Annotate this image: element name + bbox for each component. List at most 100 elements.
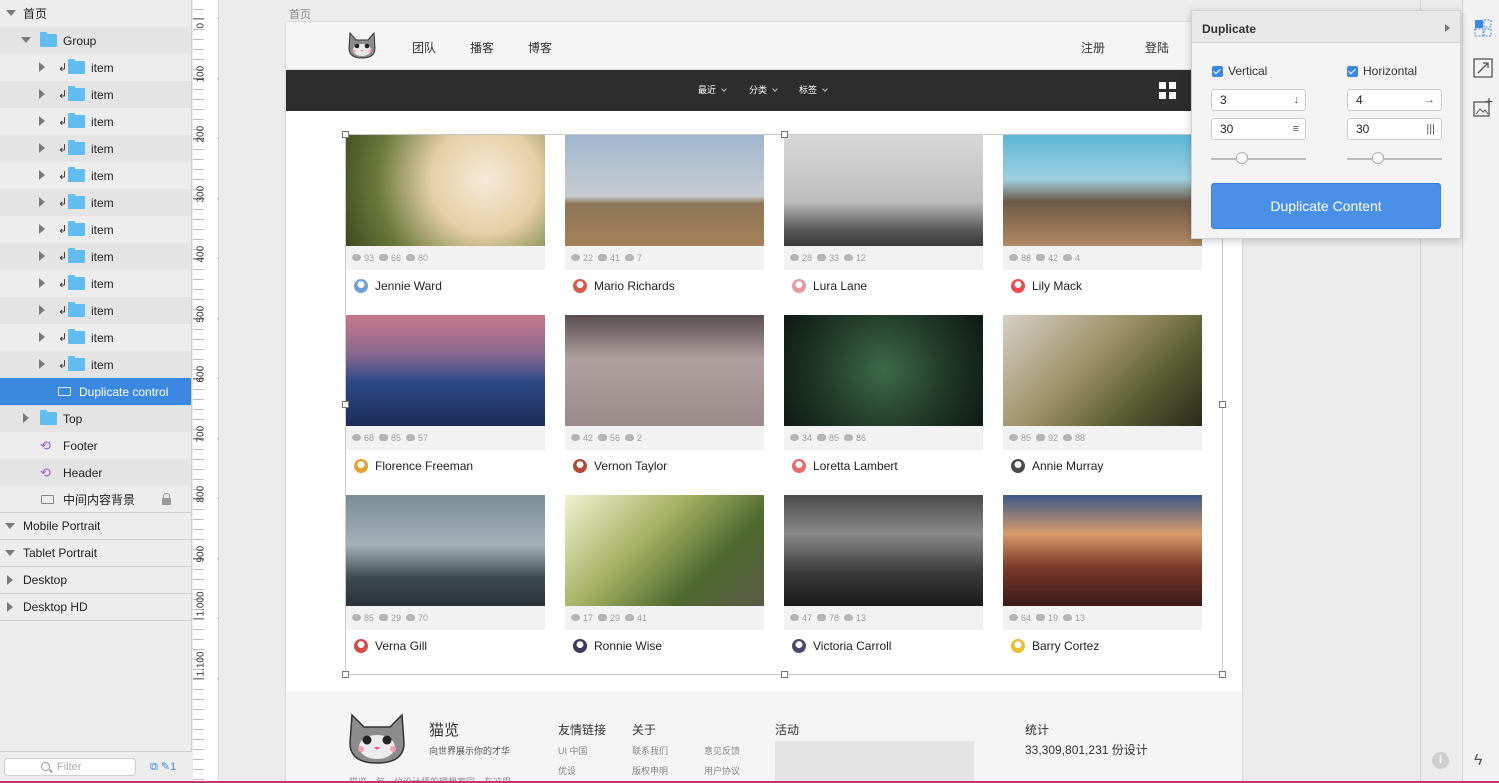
slider-knob[interactable] <box>1236 152 1248 164</box>
duplicate-title: Duplicate <box>1202 22 1257 36</box>
page-tablet-portrait[interactable]: Tablet Portrait <box>0 540 191 567</box>
add-image-plugin-icon[interactable] <box>1473 98 1493 118</box>
page-desktop-hd[interactable]: Desktop HD <box>0 594 191 621</box>
horizontal-spacing-slider[interactable] <box>1347 152 1442 164</box>
lock-icon[interactable] <box>162 493 171 505</box>
page-desktop[interactable]: Desktop <box>0 567 191 594</box>
page-mobile-portrait[interactable]: Mobile Portrait <box>0 513 191 540</box>
footer-link[interactable]: 联系我们 <box>632 744 668 757</box>
footer-link[interactable]: 版权申明 <box>632 764 668 777</box>
nav-link-blog[interactable]: 博客 <box>528 39 552 56</box>
footer-link[interactable]: 意见反馈 <box>704 744 740 757</box>
duplicate-panel-header[interactable]: Duplicate <box>1192 11 1460 43</box>
footer-link[interactable]: UI 中国 <box>558 744 588 757</box>
layer-item[interactable]: ↲ item <box>0 189 191 216</box>
grid-view-icon[interactable] <box>1159 82 1176 99</box>
layer-header[interactable]: ⟲ Header <box>0 459 191 486</box>
nav-link-login[interactable]: 登陆 <box>1145 39 1169 56</box>
disclosure-closed-icon[interactable] <box>39 116 45 126</box>
layer-filter-input[interactable]: Filter <box>4 758 136 776</box>
disclosure-closed-icon[interactable] <box>39 143 45 153</box>
info-icon[interactable]: i <box>1432 752 1449 769</box>
layer-item[interactable]: ↲ item <box>0 270 191 297</box>
layer-item[interactable]: ↲ item <box>0 135 191 162</box>
vertical-spacing-slider[interactable] <box>1211 152 1306 164</box>
footer-link[interactable]: 优设 <box>558 764 576 777</box>
disclosure-closed-icon[interactable] <box>39 197 45 207</box>
layer-item[interactable]: ↲ item <box>0 162 191 189</box>
disclosure-closed-icon[interactable] <box>39 170 45 180</box>
disclosure-closed-icon[interactable] <box>23 413 29 423</box>
disclosure-open-icon[interactable] <box>5 523 15 529</box>
edit-filter-icon[interactable]: ✎ <box>161 761 170 773</box>
nav-link-team[interactable]: 团队 <box>412 39 436 56</box>
duplicate-plugin-icon[interactable] <box>1473 18 1493 38</box>
resize-handle[interactable] <box>781 671 788 678</box>
layer-item[interactable]: ↲ item <box>0 243 191 270</box>
layer-label: Mobile Portrait <box>23 519 101 533</box>
layer-item[interactable]: ↲ item <box>0 108 191 135</box>
disclosure-closed-icon[interactable] <box>39 278 45 288</box>
layer-label: item <box>91 195 114 210</box>
horizontal-spacing-input[interactable]: 30 ||| <box>1347 118 1442 140</box>
nav-link-register[interactable]: 注册 <box>1081 39 1105 56</box>
filter-recent[interactable]: 最近 <box>698 83 727 96</box>
site-header: 团队 播客 博客 注册 登陆 <box>286 22 1242 70</box>
resize-handle[interactable] <box>1219 401 1226 408</box>
filter-category[interactable]: 分类 <box>749 83 778 96</box>
vertical-count-input[interactable]: 3 ↓ <box>1211 89 1306 111</box>
layer-item[interactable]: ↲ item <box>0 324 191 351</box>
clip-arrow-icon: ↲ <box>58 143 68 155</box>
layer-duplicate-control[interactable]: Duplicate control <box>0 378 191 405</box>
chevron-right-icon[interactable] <box>1445 24 1450 32</box>
resize-handle[interactable] <box>342 131 349 138</box>
disclosure-closed-icon[interactable] <box>39 305 45 315</box>
layer-item[interactable]: ↲ item <box>0 216 191 243</box>
layer-item[interactable]: ↲ item <box>0 54 191 81</box>
layer-top[interactable]: Top <box>0 405 191 432</box>
layer-item[interactable]: ↲ item <box>0 81 191 108</box>
duplicate-content-button[interactable]: Duplicate Content <box>1211 183 1441 229</box>
vertical-spacing-input[interactable]: 30 ≡ <box>1211 118 1306 140</box>
nav-link-podcast[interactable]: 播客 <box>470 39 494 56</box>
slider-knob[interactable] <box>1372 152 1384 164</box>
layer-page-home[interactable]: 首页 <box>0 0 191 27</box>
disclosure-closed-icon[interactable] <box>39 62 45 72</box>
lightning-icon[interactable]: ϟ <box>1474 752 1482 770</box>
clip-arrow-icon: ↲ <box>58 305 68 317</box>
resize-handle[interactable] <box>1219 671 1226 678</box>
disclosure-closed-icon[interactable] <box>39 224 45 234</box>
footer-link[interactable]: 用户协议 <box>704 764 740 777</box>
artboard-label[interactable]: 首页 <box>289 6 311 22</box>
layer-content-bg[interactable]: 中间内容背景 <box>0 486 191 513</box>
layer-item[interactable]: ↲ item <box>0 297 191 324</box>
disclosure-closed-icon[interactable] <box>7 602 13 612</box>
input-value: 3 <box>1220 93 1227 107</box>
resize-handle[interactable] <box>781 131 788 138</box>
filter-tags[interactable]: 标签 <box>799 83 828 96</box>
disclosure-closed-icon[interactable] <box>39 251 45 261</box>
layer-label: item <box>91 276 114 291</box>
disclosure-closed-icon[interactable] <box>39 332 45 342</box>
disclosure-open-icon[interactable] <box>21 37 31 43</box>
layer-footer[interactable]: ⟲ Footer <box>0 432 191 459</box>
disclosure-closed-icon[interactable] <box>7 575 13 585</box>
resize-handle[interactable] <box>342 401 349 408</box>
rectangle-icon <box>58 387 71 396</box>
export-filter-icon[interactable]: ⧉ <box>150 761 158 773</box>
vertical-checkbox[interactable] <box>1212 66 1223 77</box>
filter-options[interactable]: ⧉ ✎1 <box>150 760 176 774</box>
resize-plugin-icon[interactable] <box>1473 58 1493 78</box>
layer-group[interactable]: Group <box>0 27 191 54</box>
resize-handle[interactable] <box>342 671 349 678</box>
disclosure-closed-icon[interactable] <box>39 359 45 369</box>
disclosure-open-icon[interactable] <box>5 550 15 556</box>
rectangle-icon <box>41 495 54 504</box>
horizontal-count-input[interactable]: 4 → <box>1347 89 1442 111</box>
disclosure-open-icon[interactable] <box>6 10 16 16</box>
horizontal-checkbox[interactable] <box>1347 66 1358 77</box>
disclosure-closed-icon[interactable] <box>39 89 45 99</box>
footer-tagline: 向世界展示你的才华 <box>429 746 511 756</box>
layer-item[interactable]: ↲ item <box>0 351 191 378</box>
site-footer: 猫览 向世界展示你的才华 猫览，每一位设计师的理想家园，在这里 友情链接 UI … <box>286 691 1242 783</box>
